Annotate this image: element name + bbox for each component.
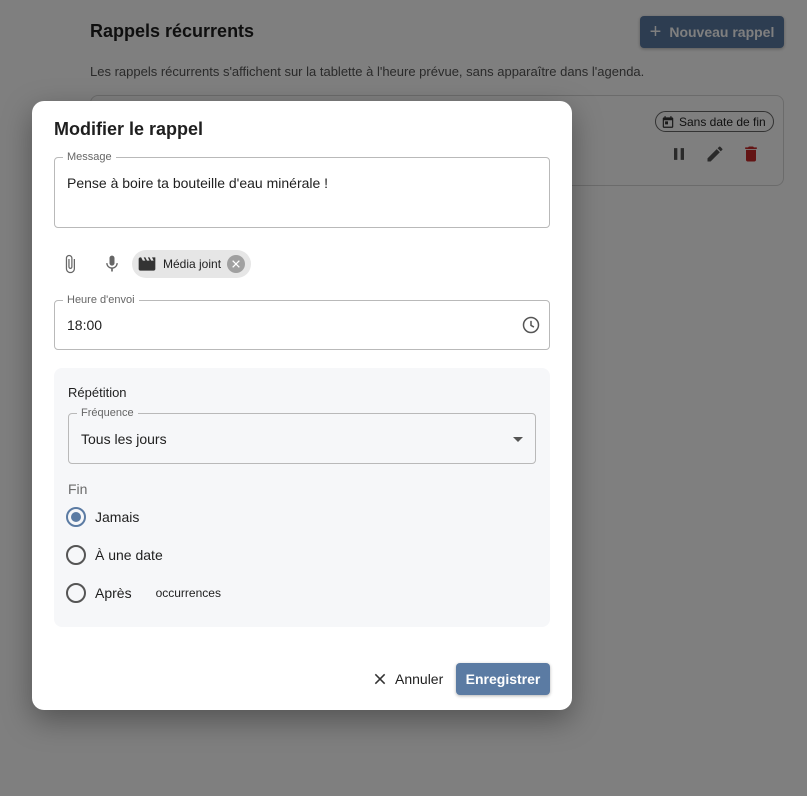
cancel-button-label: Annuler xyxy=(395,671,444,687)
chevron-down-icon xyxy=(513,437,523,442)
cancel-button[interactable]: Annuler xyxy=(367,664,449,694)
end-option-never[interactable]: Jamais xyxy=(66,507,139,527)
end-option-never-label: Jamais xyxy=(95,509,140,525)
send-time-value: 18:00 xyxy=(67,317,103,333)
occurrences-label: occurrences xyxy=(155,586,221,600)
media-toolbar: Média joint xyxy=(54,249,252,279)
end-label: Fin xyxy=(68,481,88,497)
end-option-date-label: À une date xyxy=(95,547,163,563)
attached-media-chip: Média joint xyxy=(132,250,252,278)
radio-unchecked-icon[interactable] xyxy=(66,545,86,565)
end-option-date[interactable]: À une date xyxy=(66,545,163,565)
message-field[interactable]: Message Pense à boire ta bouteille d'eau… xyxy=(54,151,550,228)
movie-icon xyxy=(138,257,156,271)
message-field-label: Message xyxy=(63,151,116,163)
occurrences-input[interactable] xyxy=(134,583,154,603)
frequency-select[interactable]: Fréquence Tous les jours xyxy=(68,407,536,464)
attach-file-icon[interactable] xyxy=(54,249,86,279)
repetition-panel: Répétition Fréquence Tous les jours Fin … xyxy=(54,368,550,627)
frequency-select-label: Fréquence xyxy=(77,407,138,419)
save-button[interactable]: Enregistrer xyxy=(456,663,550,695)
dialog-title: Modifier le rappel xyxy=(54,119,204,139)
attached-media-label: Média joint xyxy=(163,257,222,271)
send-time-field-label: Heure d'envoi xyxy=(63,294,139,306)
send-time-field[interactable]: Heure d'envoi 18:00 xyxy=(54,294,550,350)
frequency-value: Tous les jours xyxy=(81,431,167,447)
repetition-title: Répétition xyxy=(68,385,127,400)
remove-media-icon[interactable] xyxy=(227,255,246,273)
radio-checked-icon[interactable] xyxy=(66,507,86,527)
message-value: Pense à boire ta bouteille d'eau minéral… xyxy=(67,175,329,191)
edit-reminder-dialog: Modifier le rappel Message Pense à boire… xyxy=(32,101,572,710)
microphone-icon[interactable] xyxy=(96,249,128,279)
end-option-after[interactable]: Après occurrences xyxy=(66,583,221,603)
clock-icon[interactable] xyxy=(521,315,541,335)
radio-unchecked-icon[interactable] xyxy=(66,583,86,603)
end-option-after-label: Après xyxy=(95,585,132,601)
close-icon xyxy=(374,673,386,685)
